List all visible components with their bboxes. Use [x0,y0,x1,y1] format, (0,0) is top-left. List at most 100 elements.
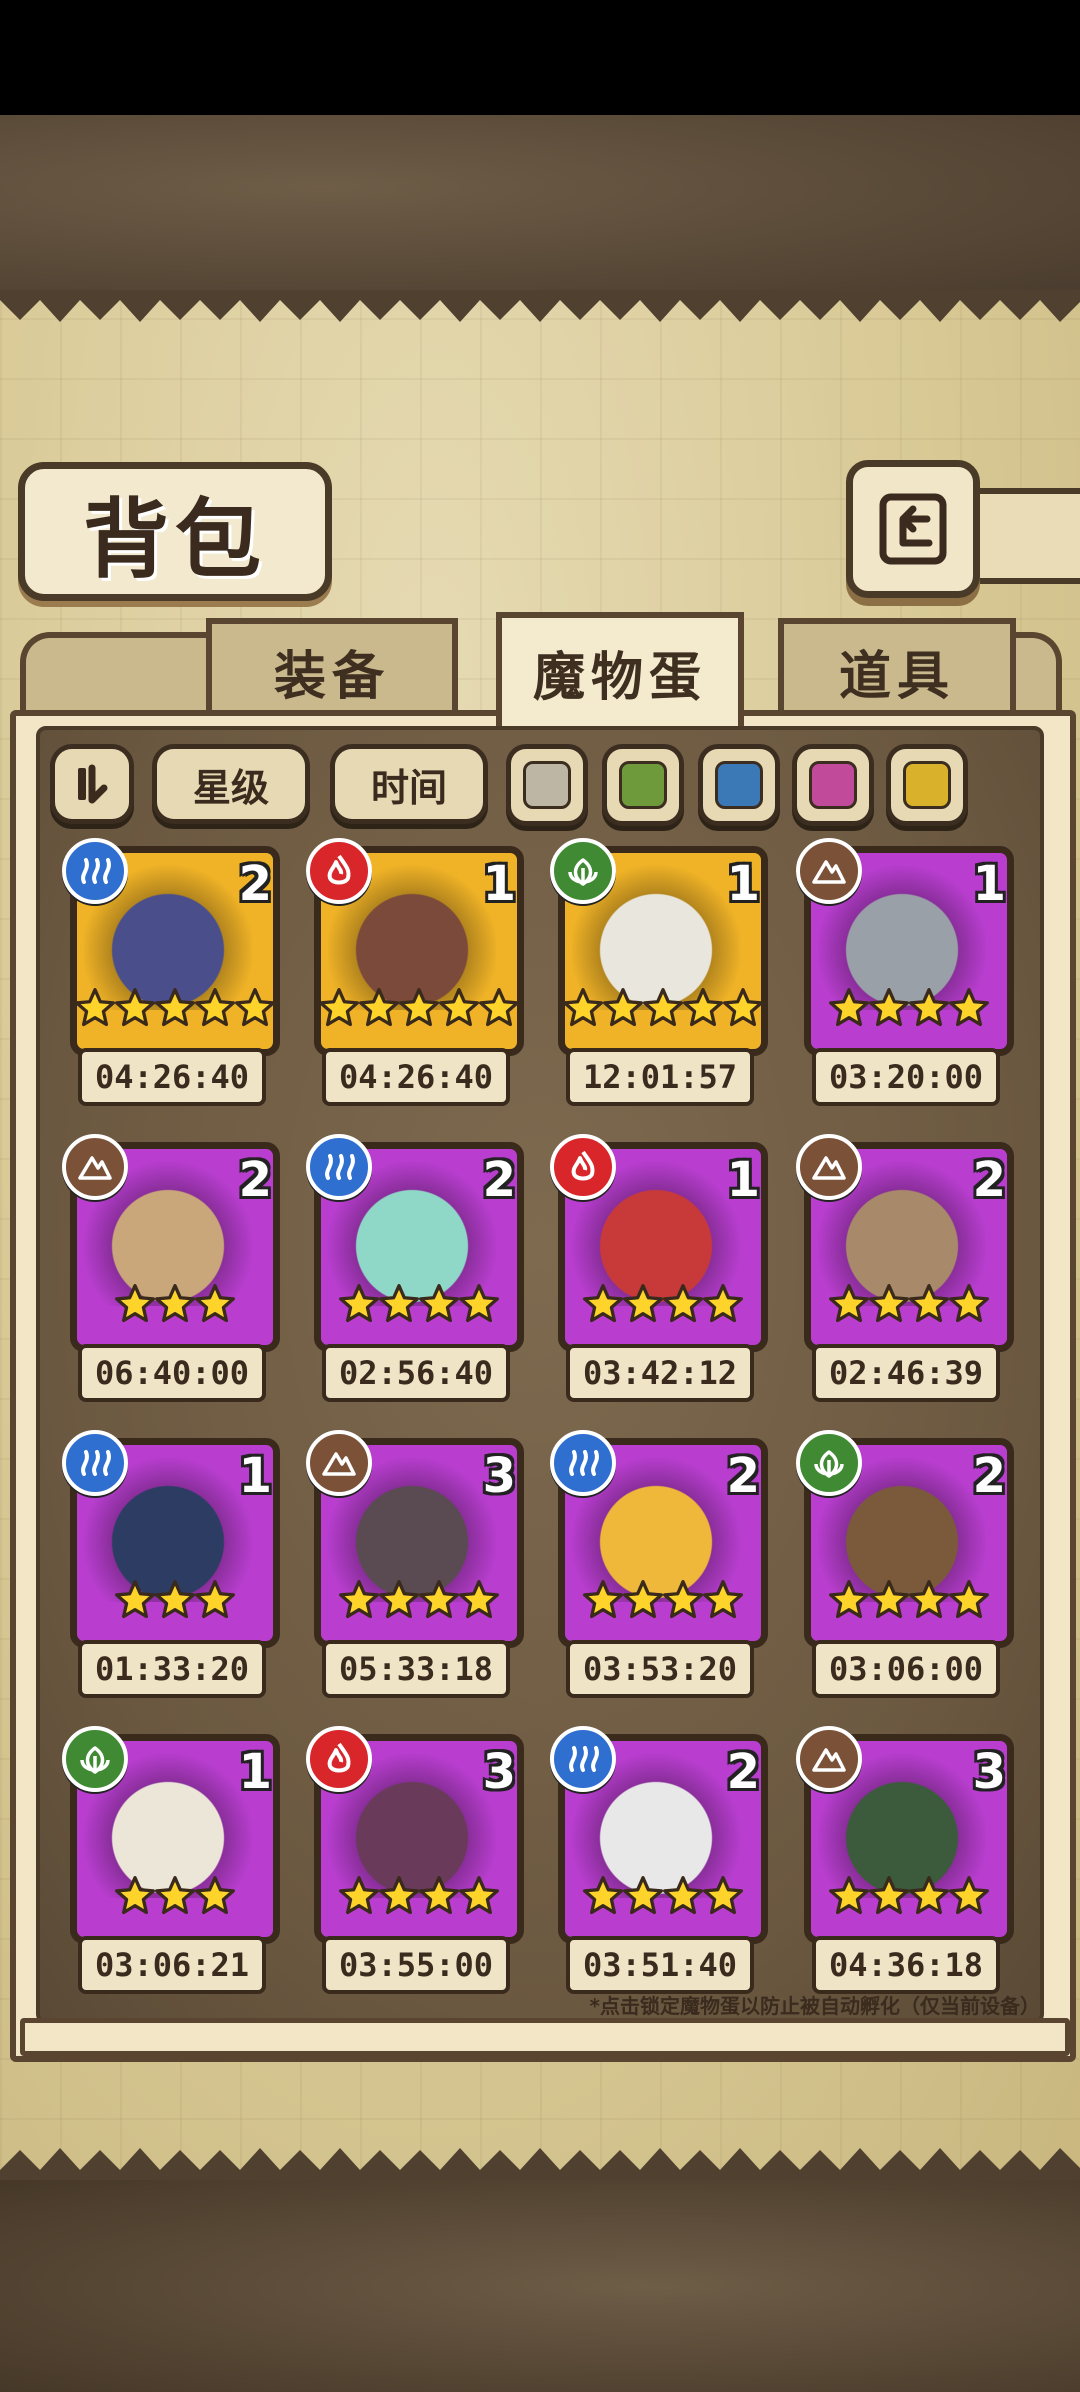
star-icon [703,1876,743,1915]
hatch-timer: 03:06:21 [78,1936,266,1994]
blue-swatch [715,761,763,809]
star-icon [155,988,195,1027]
back-button[interactable] [846,460,980,598]
star-icon [379,1876,419,1915]
egg-card[interactable]: 2 03:51:40 [550,1726,768,1994]
star-icon [459,1876,499,1915]
back-arrow-icon [879,493,947,565]
star-icon [663,1876,703,1915]
tab-equipment[interactable]: 装备 [206,618,458,718]
egg-card[interactable]: 1 12:01:57 [550,838,768,1106]
star-icon [195,1580,235,1619]
filter-gray-rarity[interactable] [506,744,588,826]
fire-element-icon [306,1726,372,1792]
star-icon [583,1580,623,1619]
egg-card[interactable]: 2 06:40:00 [62,1134,280,1402]
egg-count: 2 [972,1152,1006,1208]
egg-card[interactable]: 2 03:53:20 [550,1430,768,1698]
star-icon [339,1284,379,1323]
filter-blue-rarity[interactable] [698,744,780,826]
hatch-timer: 12:01:57 [566,1048,754,1106]
earth-element-icon [796,838,862,904]
star-icon [439,988,479,1027]
egg-count: 2 [972,1448,1006,1504]
egg-card[interactable]: 2 02:46:39 [796,1134,1014,1402]
star-rating [558,1874,768,1926]
torn-edge-top [0,290,1080,322]
star-rating [804,1578,1014,1630]
star-icon [155,1284,195,1323]
star-icon [869,1580,909,1619]
star-rating [314,1874,524,1926]
egg-count: 3 [972,1744,1006,1800]
star-icon [459,1284,499,1323]
tab-items-label: 道具 [838,645,955,707]
egg-card[interactable]: 3 05:33:18 [306,1430,524,1698]
egg-card[interactable]: 3 03:55:00 [306,1726,524,1994]
filter-purple-rarity[interactable] [792,744,874,826]
filter-green-rarity[interactable] [602,744,684,826]
fire-element-icon [550,1134,616,1200]
egg-count: 3 [482,1744,516,1800]
egg-card[interactable]: 1 03:06:21 [62,1726,280,1994]
star-icon [155,1876,195,1915]
star-icon [235,988,275,1027]
purple-swatch [809,761,857,809]
star-icon [869,1284,909,1323]
star-icon [75,988,115,1027]
water-element-icon [550,1726,616,1792]
star-rating [70,1874,280,1926]
egg-card[interactable]: 1 03:42:12 [550,1134,768,1402]
star-icon [583,1876,623,1915]
egg-card[interactable]: 1 01:33:20 [62,1430,280,1698]
hatch-timer: 03:06:00 [812,1640,1000,1698]
torn-edge-bottom [0,2148,1080,2180]
water-element-icon [62,838,128,904]
earth-element-icon [62,1134,128,1200]
green-swatch [619,761,667,809]
sort-by-star-button[interactable]: 星级 [152,744,310,824]
earth-element-icon [796,1134,862,1200]
star-icon [195,988,235,1027]
egg-count: 3 [482,1448,516,1504]
egg-card[interactable]: 2 03:06:00 [796,1430,1014,1698]
egg-count: 1 [972,856,1006,912]
lock-hint-note: *点击锁定魔物蛋以防止被自动孵化（仅当前设备） [589,1994,1040,2018]
egg-card[interactable]: 3 04:36:18 [796,1726,1014,1994]
filter-gold-rarity[interactable] [886,744,968,826]
egg-count: 1 [726,1152,760,1208]
star-rating [70,986,280,1038]
tab-monster-eggs[interactable]: 魔物蛋 [496,612,744,726]
star-icon [419,1580,459,1619]
star-icon [479,988,519,1027]
star-icon [623,1580,663,1619]
egg-count: 2 [726,1744,760,1800]
star-rating [804,1282,1014,1334]
star-icon [399,988,439,1027]
hatch-timer: 03:55:00 [322,1936,510,1994]
fire-element-icon [306,838,372,904]
egg-card[interactable]: 2 04:26:40 [62,838,280,1106]
tab-bar-left-edge [20,632,216,722]
egg-card[interactable]: 2 02:56:40 [306,1134,524,1402]
star-icon [319,988,359,1027]
star-rating [314,1282,524,1334]
star-icon [829,988,869,1027]
leaf-element-icon [550,838,616,904]
star-rating [314,986,524,1038]
star-icon [339,1876,379,1915]
star-rating [70,1578,280,1630]
egg-card[interactable]: 1 04:26:40 [306,838,524,1106]
hatch-timer: 05:33:18 [322,1640,510,1698]
star-icon [723,988,763,1027]
star-icon [663,1284,703,1323]
star-icon [909,1284,949,1323]
tab-items[interactable]: 道具 [778,618,1016,718]
tab-monster-eggs-label: 魔物蛋 [532,646,707,708]
egg-count: 2 [238,856,272,912]
egg-card[interactable]: 1 03:20:00 [796,838,1014,1106]
star-icon [195,1876,235,1915]
panel-bottom-rail [20,2018,1070,2056]
sort-by-time-button[interactable]: 时间 [330,744,488,824]
sort-order-button[interactable] [50,744,134,824]
